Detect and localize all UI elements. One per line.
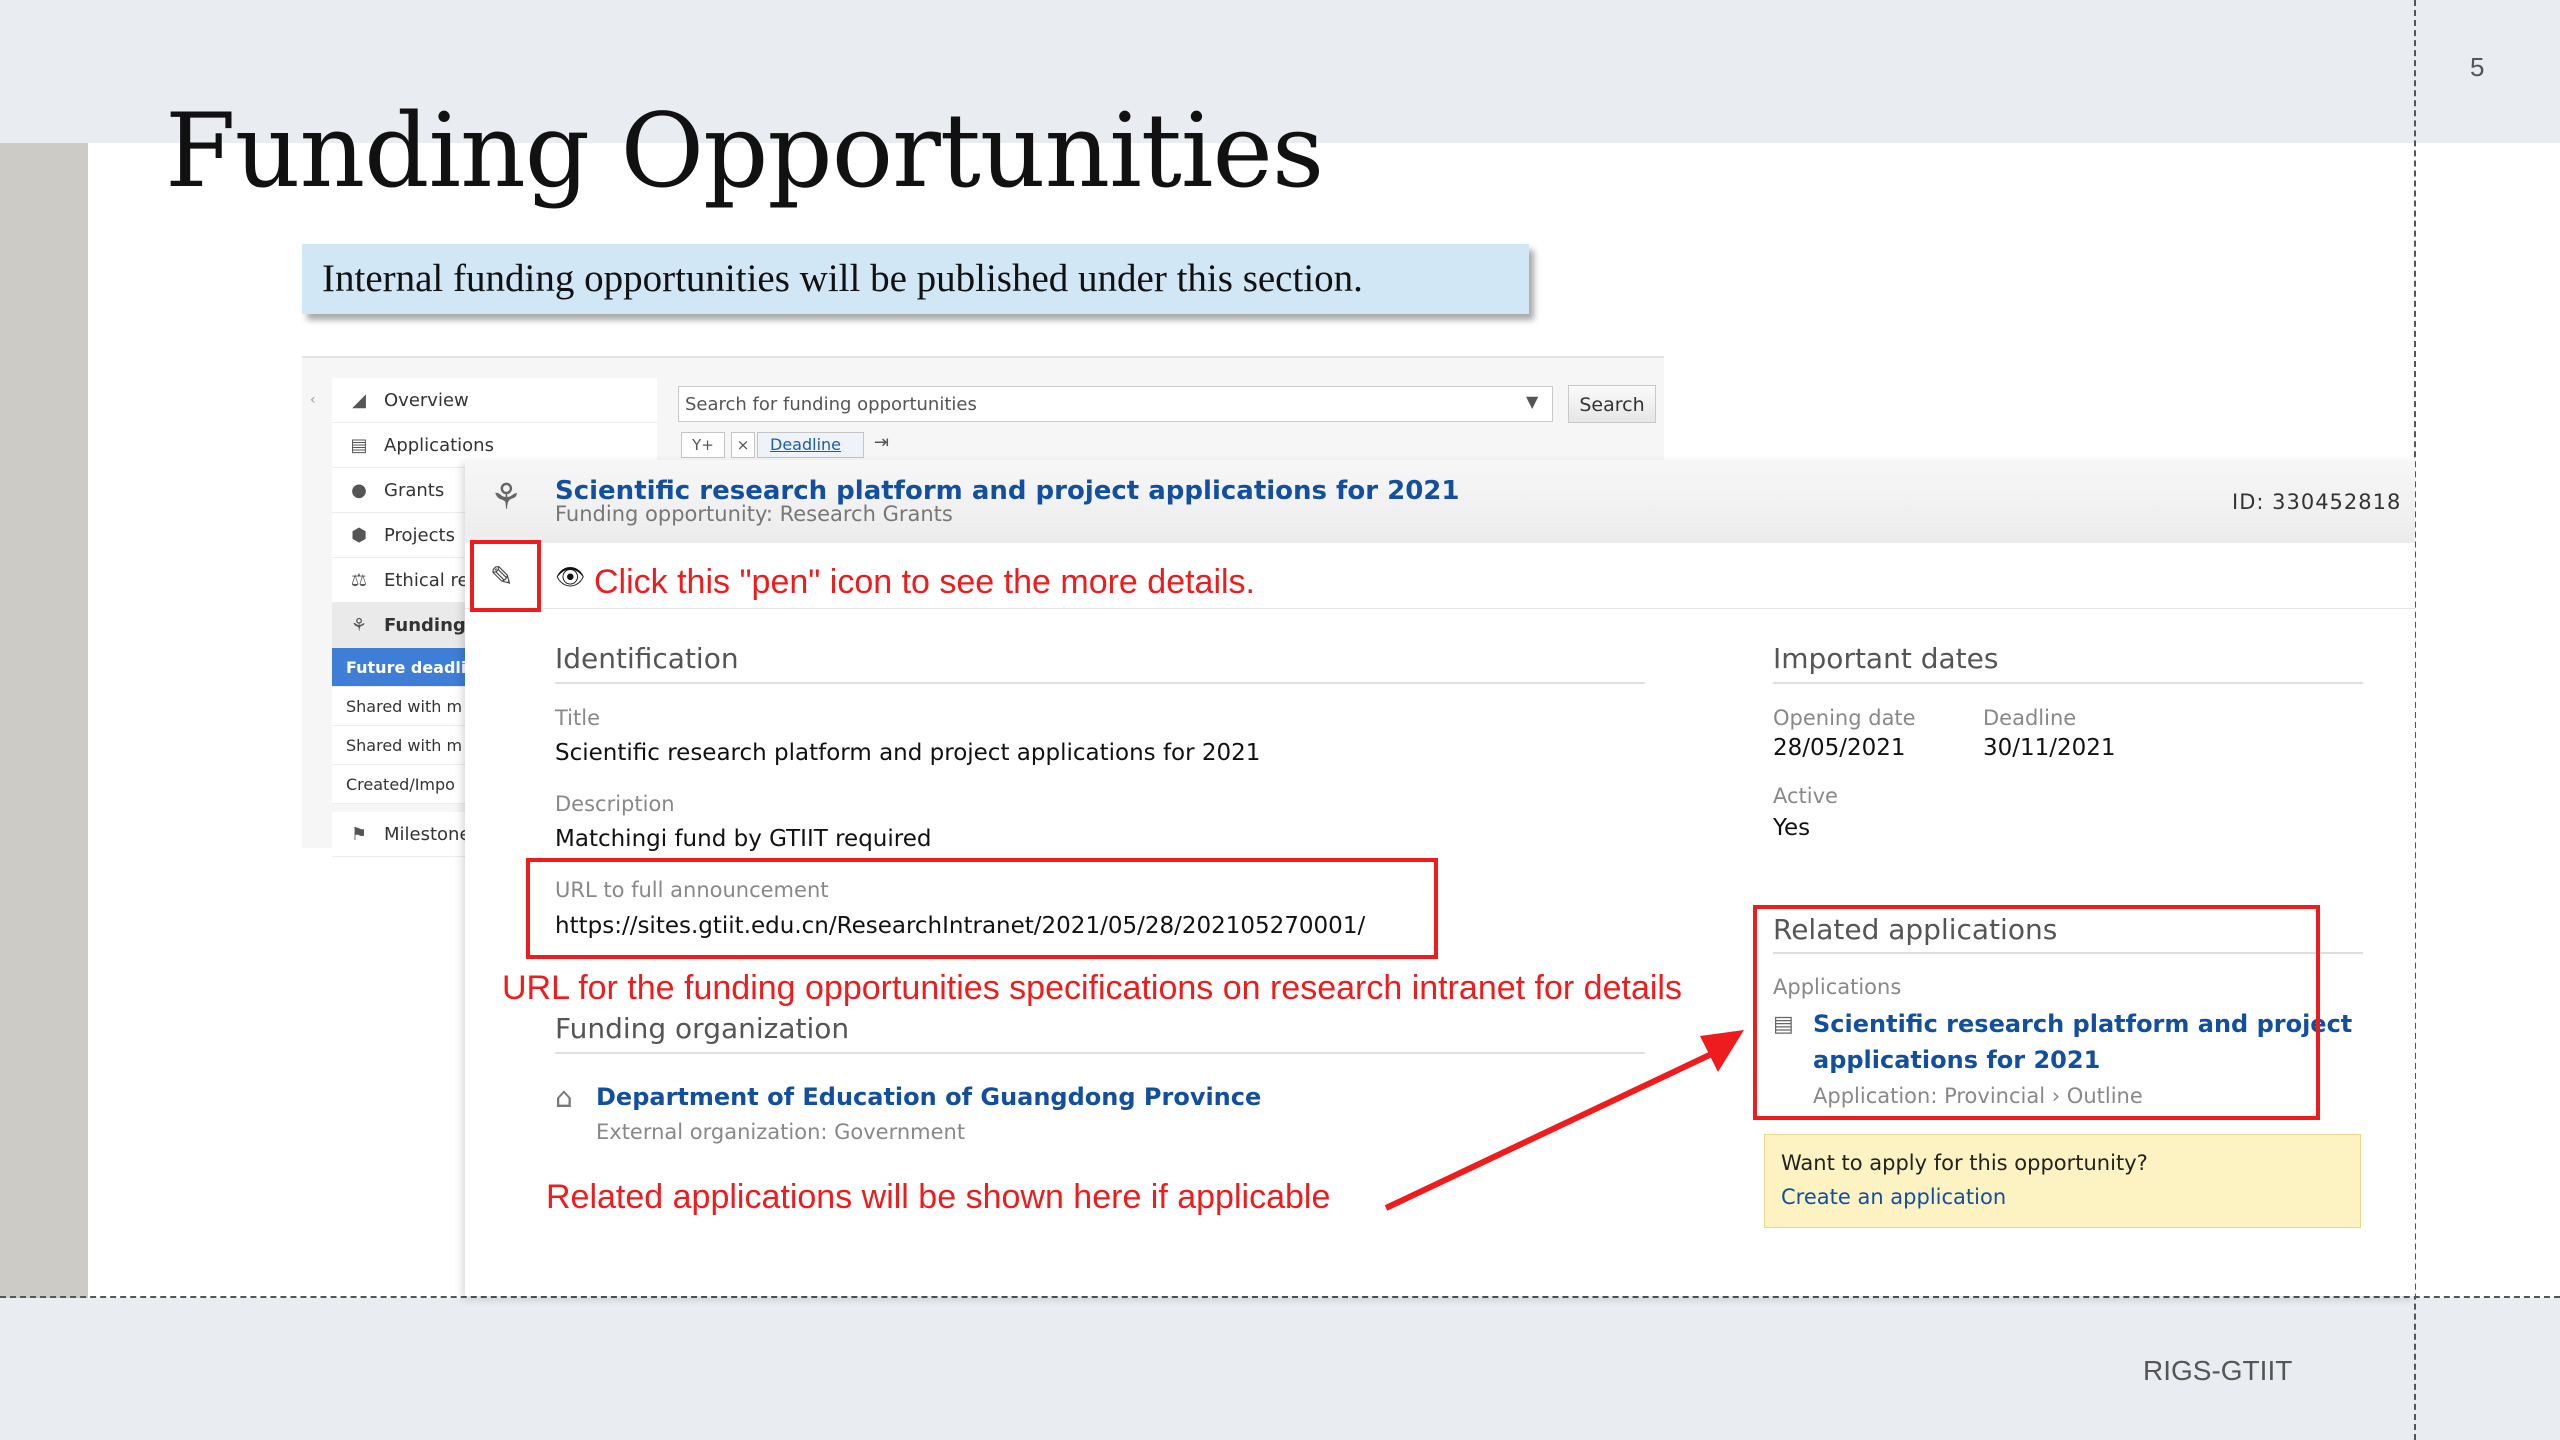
- projects-icon: ⬢: [351, 524, 367, 546]
- slide-left-bar: [0, 143, 88, 1298]
- section-divider: [555, 682, 1645, 684]
- slide-right-margin: [2415, 143, 2560, 1298]
- related-highlight-box: [1753, 905, 2320, 1120]
- ethical-review-icon: ⚖: [350, 569, 368, 591]
- add-filter-button[interactable]: Y+: [681, 432, 725, 458]
- funding-organization-link[interactable]: Department of Education of Guangdong Pro…: [596, 1083, 1261, 1111]
- search-button[interactable]: Search: [1568, 385, 1656, 423]
- sidebar-item-label: Applications: [384, 434, 494, 456]
- apply-question: Want to apply for this opportunity?: [1781, 1151, 2148, 1175]
- deadline-value: 30/11/2021: [1983, 735, 2116, 761]
- chevron-down-icon[interactable]: ▼: [1526, 392, 1538, 411]
- url-highlight-box: [526, 858, 1438, 959]
- title-label: Title: [555, 706, 601, 730]
- opening-date-value: 28/05/2021: [1773, 735, 1906, 761]
- sidebar-item-label: Projects: [384, 524, 455, 546]
- organization-icon: ⌂: [555, 1081, 573, 1114]
- grants-icon: ●: [351, 479, 367, 501]
- important-dates-heading: Important dates: [1773, 642, 1999, 675]
- apply-callout: [1764, 1134, 2361, 1228]
- eye-icon[interactable]: 👁: [555, 563, 585, 591]
- active-label: Active: [1773, 784, 1838, 808]
- collapse-chevron-icon[interactable]: ‹: [310, 392, 316, 408]
- funding-organization-heading: Funding organization: [555, 1012, 850, 1045]
- identification-heading: Identification: [555, 642, 739, 675]
- create-application-link[interactable]: Create an application: [1781, 1185, 2006, 1209]
- slide-title: Funding Opportunities: [165, 92, 1324, 211]
- active-value: Yes: [1773, 815, 1811, 841]
- flag-icon: ⚑: [350, 823, 368, 845]
- section-divider: [1773, 682, 2363, 684]
- sidebar-item-label: Grants: [384, 479, 445, 501]
- pen-annotation: Click this "pen" icon to see the more de…: [594, 563, 1256, 601]
- deadline-label: Deadline: [1983, 706, 2077, 730]
- deadline-filter-chip[interactable]: Deadline: [757, 432, 864, 458]
- pin-icon[interactable]: ⇥: [874, 432, 889, 453]
- slide-banner: Internal funding opportunities will be p…: [302, 244, 1529, 314]
- funding-opportunity-icon: ⚘: [490, 477, 523, 518]
- applications-icon: ▤: [350, 434, 368, 456]
- description-value: Matchingi fund by GTIIT required: [555, 826, 932, 852]
- sidebar-item-label: Overview: [384, 389, 469, 411]
- section-divider: [555, 1052, 1645, 1054]
- funding-organization-type: External organization: Government: [596, 1120, 966, 1144]
- guide-line-horizontal: [0, 1296, 2560, 1298]
- sidebar-item-label: Funding: [384, 614, 466, 636]
- title-value: Scientific research platform and project…: [555, 740, 1261, 766]
- search-input[interactable]: Search for funding opportunities: [678, 386, 1553, 422]
- overview-icon: ◢: [352, 389, 366, 411]
- remove-filter-button[interactable]: ×: [731, 432, 755, 458]
- slide-footer: RIGS-GTIIT: [2143, 1355, 2293, 1386]
- page-number: 5: [2470, 52, 2485, 82]
- related-annotation: Related applications will be shown here …: [546, 1178, 1331, 1216]
- pen-highlight-box: [470, 540, 541, 612]
- detail-id: ID: 330452818: [2232, 490, 2402, 514]
- url-annotation: URL for the funding opportunities specif…: [502, 969, 1682, 1007]
- sidebar-item-label: Ethical re: [384, 569, 469, 591]
- detail-subtitle: Funding opportunity: Research Grants: [555, 502, 953, 526]
- description-label: Description: [555, 792, 675, 816]
- opening-date-label: Opening date: [1773, 706, 1916, 730]
- sidebar-item-label: Milestone: [384, 823, 471, 845]
- funding-icon: ⚘: [350, 614, 368, 636]
- sidebar-item-overview[interactable]: ◢ Overview: [332, 378, 657, 423]
